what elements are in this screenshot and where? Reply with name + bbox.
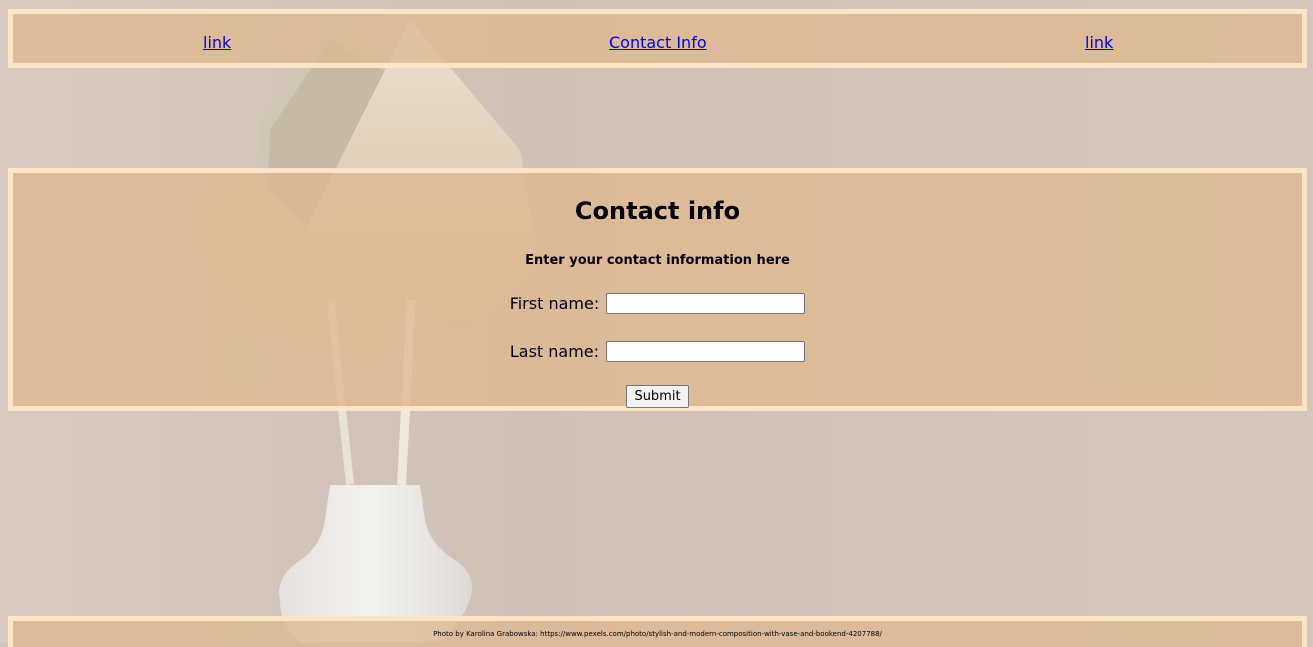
footer-bar: Photo by Karolina Grabowska: https://www… [8, 616, 1307, 647]
last-name-field[interactable] [606, 341, 806, 362]
first-name-field[interactable] [606, 293, 806, 314]
first-name-row: First name: [13, 293, 1302, 314]
last-name-row: Last name: [13, 341, 1302, 362]
top-nav-bar: link Contact Info link [8, 9, 1307, 68]
page-title: Contact info [574, 197, 741, 225]
nav-link-contact-info[interactable]: Contact Info [609, 33, 707, 52]
nav-link-left[interactable]: link [203, 33, 231, 52]
form-subtitle: Enter your contact information here [525, 253, 790, 268]
nav-link-right[interactable]: link [1085, 33, 1113, 52]
first-name-label: First name: [509, 294, 600, 313]
last-name-label: Last name: [509, 342, 600, 361]
photo-credit: Photo by Karolina Grabowska: https://www… [433, 630, 882, 638]
submit-row: Submit [13, 385, 1302, 408]
contact-form-panel: Contact info Enter your contact informat… [8, 168, 1307, 411]
submit-button[interactable]: Submit [626, 385, 689, 408]
